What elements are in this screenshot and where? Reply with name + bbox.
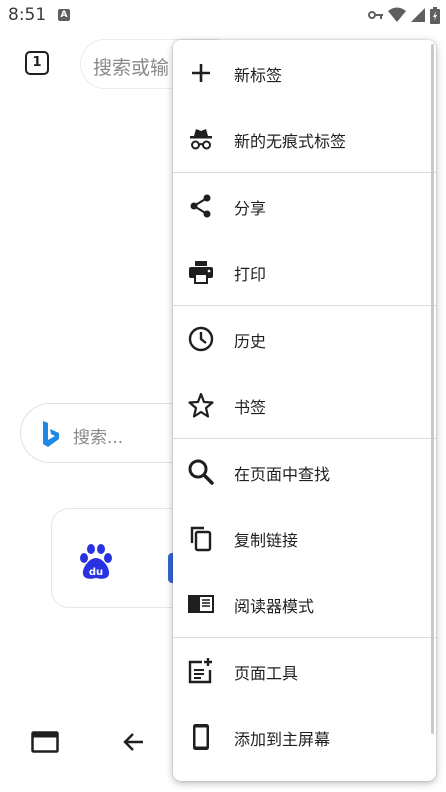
menu-item-history[interactable]: 历史: [173, 306, 436, 372]
menu-item-label: 书签: [234, 398, 267, 417]
status-bar: 8:51 A: [0, 0, 446, 32]
url-placeholder: 搜索或输: [93, 57, 170, 79]
menu-item-label: 阅读器模式: [234, 597, 315, 616]
menu-item-find-in-page[interactable]: 在页面中查找: [173, 439, 436, 505]
menu-item-label: 复制链接: [234, 531, 299, 550]
key-icon: [368, 11, 383, 19]
status-icons: [368, 6, 440, 24]
search-placeholder: 搜索...: [73, 428, 124, 448]
share-icon: [190, 194, 211, 218]
search-icon: [188, 459, 214, 485]
copy-icon: [190, 526, 212, 552]
baidu-logo-icon[interactable]: du: [76, 542, 116, 582]
menu-item-label: 页面工具: [234, 664, 299, 683]
star-icon: [188, 392, 214, 418]
menu-item-copy-link[interactable]: 复制链接: [173, 505, 436, 571]
menu-item-print[interactable]: 打印: [173, 239, 436, 305]
notification-letter: A: [60, 10, 68, 20]
menu-item-page-tools[interactable]: 页面工具: [173, 638, 436, 704]
back-arrow-icon[interactable]: [122, 731, 144, 753]
svg-text:du: du: [89, 567, 103, 578]
menu-item-label: 新的无痕式标签: [234, 132, 347, 151]
menu-item-reader-mode[interactable]: 阅读器模式: [173, 571, 436, 637]
tabs-icon[interactable]: [31, 731, 59, 753]
bing-logo-icon: [43, 421, 59, 447]
incognito-icon: [190, 129, 212, 150]
plus-icon: [192, 64, 210, 82]
menu-item-share[interactable]: 分享: [173, 173, 436, 239]
menu-item-label: 历史: [234, 332, 267, 351]
menu-item-add-to-home-screen[interactable]: 添加到主屏幕: [173, 704, 436, 770]
menu-scrollbar[interactable]: [431, 44, 434, 734]
overflow-menu: 新标签 新的无痕式标签 分享 打印 历史 书签 在页面中查找 复制链接 阅读器模…: [173, 40, 436, 781]
menu-item-label: 新标签: [234, 66, 283, 85]
history-icon: [188, 326, 214, 352]
menu-item-label: 打印: [234, 265, 267, 284]
menu-item-new-incognito-tab[interactable]: 新的无痕式标签: [173, 106, 436, 172]
menu-item-label: 添加到主屏幕: [234, 730, 331, 749]
menu-item-new-tab[interactable]: 新标签: [173, 40, 436, 106]
menu-item-bookmarks[interactable]: 书签: [173, 372, 436, 438]
phone-icon: [193, 724, 209, 750]
notification-icon: A: [58, 9, 70, 21]
print-icon: [189, 261, 213, 284]
menu-item-label: 在页面中查找: [234, 465, 331, 484]
status-time: 8:51: [8, 5, 47, 25]
battery-icon: [430, 6, 440, 24]
reader-mode-icon: [188, 595, 214, 613]
page-tools-icon: [188, 658, 212, 684]
menu-item-label: 分享: [234, 199, 267, 218]
signal-icon: [411, 8, 425, 22]
wifi-icon: [388, 7, 406, 22]
tab-switcher-button[interactable]: 1: [25, 51, 49, 75]
